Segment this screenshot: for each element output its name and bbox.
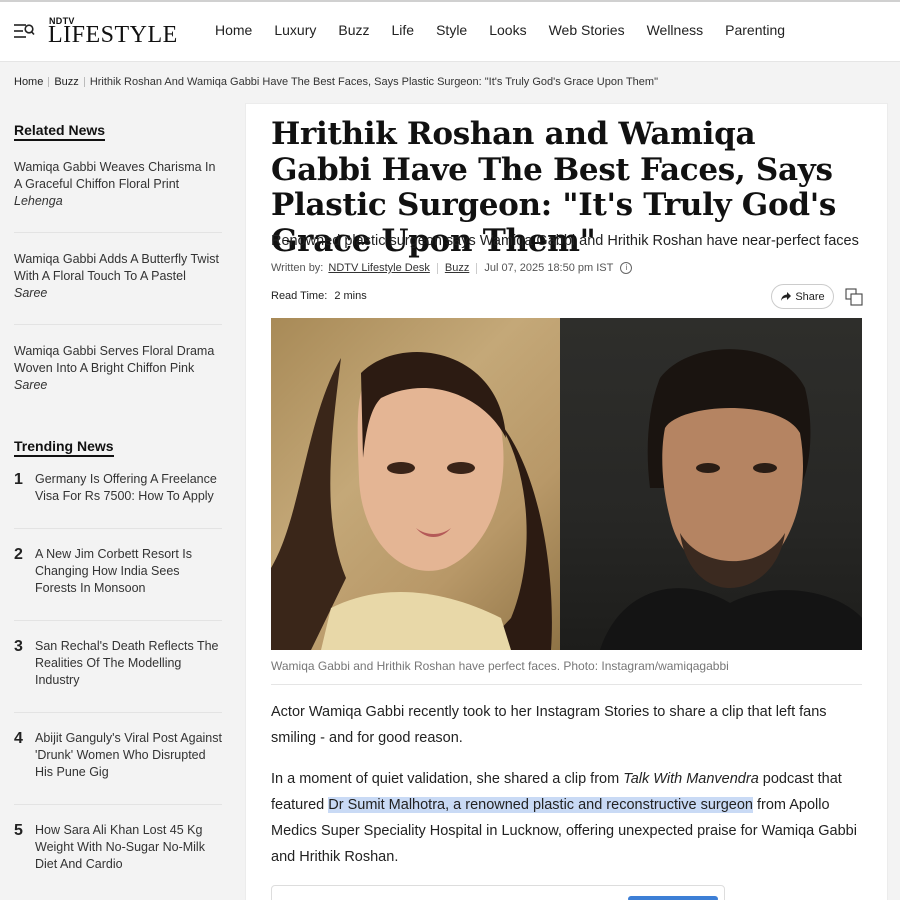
- embedded-widget[interactable]: [271, 885, 725, 900]
- related-news-text: Wamiqa Gabbi Adds A Butterfly Twist With…: [14, 252, 219, 283]
- trending-text: Germany Is Offering A Freelance Visa For…: [35, 472, 217, 503]
- trending-rank: 1: [14, 471, 23, 488]
- article-paragraph-2: In a moment of quiet validation, she sha…: [271, 766, 861, 870]
- breadcrumb-separator: [83, 77, 85, 87]
- nav-life[interactable]: Life: [392, 22, 415, 38]
- meta-separator: [436, 262, 438, 274]
- trending-text: How Sara Ali Khan Lost 45 Kg Weight With…: [35, 823, 205, 871]
- breadcrumb-separator: [48, 77, 50, 87]
- related-news-item[interactable]: Wamiqa Gabbi Serves Floral Drama Woven I…: [14, 343, 222, 438]
- read-time: Read Time: 2 mins: [271, 290, 367, 302]
- sidebar: Related News Wamiqa Gabbi Weaves Charism…: [14, 122, 222, 882]
- trending-text: Abijit Ganguly's Viral Post Against 'Dru…: [35, 731, 222, 779]
- site-logo[interactable]: NDTV LIFESTYLE: [48, 16, 177, 48]
- nav-parenting[interactable]: Parenting: [725, 22, 785, 38]
- breadcrumb-buzz[interactable]: Buzz: [54, 76, 78, 88]
- author-link[interactable]: NDTV Lifestyle Desk: [328, 262, 429, 274]
- publish-date: Jul 07, 2025 18:50 pm IST: [484, 262, 614, 274]
- hero-photo-left: [271, 318, 560, 650]
- menu-search-icon[interactable]: [13, 22, 35, 40]
- nav-web-stories[interactable]: Web Stories: [549, 22, 625, 38]
- related-news-item[interactable]: Wamiqa Gabbi Adds A Butterfly Twist With…: [14, 251, 222, 325]
- related-news-item[interactable]: Wamiqa Gabbi Weaves Charisma In A Gracef…: [14, 159, 222, 233]
- breadcrumb-home[interactable]: Home: [14, 76, 43, 88]
- share-arrow-icon: [781, 292, 792, 301]
- highlighted-text: Dr Sumit Malhotra, a renowned plastic an…: [328, 797, 753, 813]
- podcast-title: Talk With Manvendra: [623, 771, 759, 787]
- para2-text-a: In a moment of quiet validation, she sha…: [271, 771, 624, 787]
- trending-news-item[interactable]: 4 Abijit Ganguly's Viral Post Against 'D…: [14, 730, 222, 805]
- trending-news-item[interactable]: 3 San Rechal's Death Reflects The Realit…: [14, 638, 222, 713]
- article-hero-image: [271, 318, 862, 650]
- nav-looks[interactable]: Looks: [489, 22, 526, 38]
- trending-news-item[interactable]: 5 How Sara Ali Khan Lost 45 Kg Weight Wi…: [14, 822, 222, 882]
- category-link[interactable]: Buzz: [445, 262, 469, 274]
- trending-rank: 2: [14, 546, 23, 563]
- related-news-text: Wamiqa Gabbi Weaves Charisma In A Gracef…: [14, 160, 216, 191]
- image-caption: Wamiqa Gabbi and Hrithik Roshan have per…: [271, 659, 729, 673]
- nav-wellness[interactable]: Wellness: [647, 22, 704, 38]
- trending-text: A New Jim Corbett Resort Is Changing How…: [35, 547, 192, 595]
- hero-portrait-woman: [271, 352, 552, 650]
- trending-rank: 4: [14, 730, 23, 747]
- hero-portrait-man: [600, 349, 862, 650]
- hero-photo-right: [560, 318, 862, 650]
- related-news-heading: Related News: [14, 122, 106, 141]
- site-header: NDTV LIFESTYLE Home Luxury Buzz Life Sty…: [0, 2, 900, 62]
- trending-rank: 3: [14, 638, 23, 655]
- main-nav: Home Luxury Buzz Life Style Looks Web St…: [215, 22, 807, 38]
- copy-icon[interactable]: [845, 288, 863, 306]
- article-paragraph-1: Actor Wamiqa Gabbi recently took to her …: [271, 704, 827, 746]
- caption-divider: [271, 684, 862, 685]
- trending-text: San Rechal's Death Reflects The Realitie…: [35, 639, 219, 687]
- read-time-label: Read Time:: [271, 290, 328, 302]
- logo-lifestyle: LIFESTYLE: [48, 22, 178, 48]
- article-subhead: Renowned plastic surgeon says Wamiqa Gab…: [271, 233, 859, 249]
- related-news-em: Saree: [14, 286, 48, 300]
- article-meta: Written by: NDTV Lifestyle Desk Buzz Jul…: [271, 262, 633, 274]
- nav-style[interactable]: Style: [436, 22, 467, 38]
- info-icon[interactable]: i: [620, 262, 633, 274]
- share-button[interactable]: Share: [771, 284, 834, 309]
- nav-buzz[interactable]: Buzz: [338, 22, 369, 38]
- related-news-em: Saree: [14, 378, 48, 392]
- breadcrumb: Home Buzz Hrithik Roshan And Wamiqa Gabb…: [14, 76, 658, 88]
- breadcrumb-current: Hrithik Roshan And Wamiqa Gabbi Have The…: [89, 76, 658, 88]
- related-news-em: Lehenga: [14, 194, 63, 208]
- embedded-widget-button[interactable]: [628, 896, 718, 900]
- nav-home[interactable]: Home: [215, 22, 252, 38]
- trending-rank: 5: [14, 822, 23, 839]
- read-time-value: 2 mins: [334, 290, 367, 302]
- meta-separator: [476, 262, 478, 274]
- trending-news-heading: Trending News: [14, 438, 114, 457]
- trending-news-item[interactable]: 1 Germany Is Offering A Freelance Visa F…: [14, 471, 222, 529]
- share-label: Share: [795, 290, 825, 303]
- nav-luxury[interactable]: Luxury: [274, 22, 316, 38]
- related-news-text: Wamiqa Gabbi Serves Floral Drama Woven I…: [14, 344, 215, 375]
- written-by-label: Written by:: [271, 262, 324, 274]
- trending-news-item[interactable]: 2 A New Jim Corbett Resort Is Changing H…: [14, 546, 222, 621]
